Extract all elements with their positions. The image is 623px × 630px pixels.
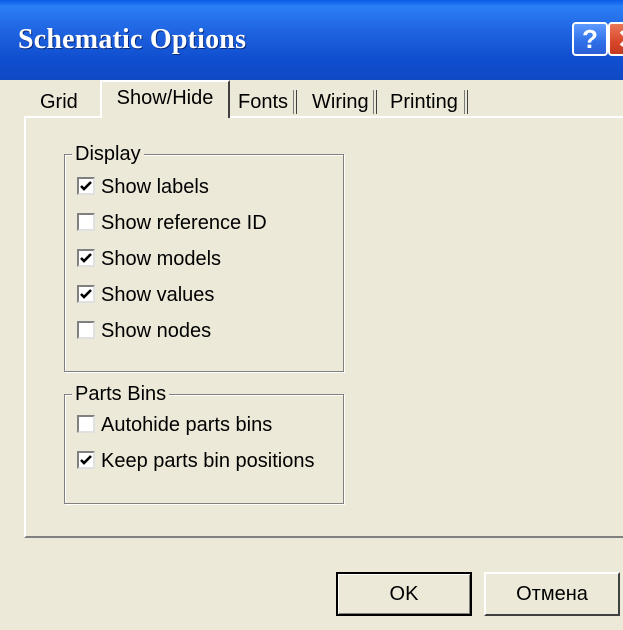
checkmark-icon xyxy=(80,181,92,191)
tab-grid[interactable]: Grid xyxy=(40,88,78,116)
tab-strip: Grid Fonts Wiring Printing xyxy=(0,80,623,116)
checkbox-box[interactable] xyxy=(77,249,95,267)
display-group: Display Show labels Show reference ID Sh… xyxy=(64,142,344,372)
checkbox-box[interactable] xyxy=(77,213,95,231)
checkmark-icon xyxy=(80,253,92,263)
checkbox-box[interactable] xyxy=(77,451,95,469)
title-bar[interactable]: Schematic Options ? ✕ xyxy=(0,0,623,80)
show-models-label: Show models xyxy=(101,248,222,270)
parts-bins-group: Parts Bins Autohide parts bins Keep part… xyxy=(64,382,344,504)
keep-parts-bin-positions-label: Keep parts bin positions xyxy=(101,450,315,472)
tab-wiring[interactable]: Wiring xyxy=(312,88,377,116)
checkbox-box[interactable] xyxy=(77,177,95,195)
tab-page-show-hide: Display Show labels Show reference ID Sh… xyxy=(24,116,623,538)
parts-bins-group-title: Parts Bins xyxy=(72,382,170,406)
show-values-label: Show values xyxy=(101,284,215,306)
autohide-parts-bins-label: Autohide parts bins xyxy=(101,414,273,436)
show-nodes-label: Show nodes xyxy=(101,320,212,342)
dialog-title: Schematic Options xyxy=(18,24,247,55)
ok-button[interactable]: OK xyxy=(336,572,472,616)
ok-button-label: OK xyxy=(389,583,419,605)
tab-separator xyxy=(372,90,377,114)
help-button[interactable]: ? xyxy=(572,22,608,56)
tab-wiring-label: Wiring xyxy=(312,91,369,113)
display-group-title: Display xyxy=(72,142,144,166)
close-button[interactable]: ✕ xyxy=(608,22,623,56)
close-icon: ✕ xyxy=(617,24,623,54)
checkmark-icon xyxy=(80,289,92,299)
tab-printing[interactable]: Printing xyxy=(390,88,468,116)
tab-separator xyxy=(463,90,468,114)
show-reference-id-label: Show reference ID xyxy=(101,212,267,234)
tab-show-hide-label: Show/Hide xyxy=(116,87,214,109)
checkmark-icon xyxy=(80,455,92,465)
checkbox-box[interactable] xyxy=(77,415,95,433)
cancel-button[interactable]: Отмена xyxy=(484,572,620,616)
tab-separator xyxy=(293,90,298,114)
tab-printing-label: Printing xyxy=(390,91,458,113)
cancel-button-label: Отмена xyxy=(516,583,588,605)
tab-fonts[interactable]: Fonts xyxy=(238,88,298,116)
help-icon: ? xyxy=(582,24,598,54)
checkbox-box[interactable] xyxy=(77,321,95,339)
schematic-options-dialog: Schematic Options ? ✕ Grid Fonts Wiring … xyxy=(0,0,623,630)
show-labels-label: Show labels xyxy=(101,176,209,198)
tab-show-hide[interactable]: Show/Hide xyxy=(100,80,230,118)
tab-grid-label: Grid xyxy=(40,91,78,113)
checkbox-box[interactable] xyxy=(77,285,95,303)
tab-fonts-label: Fonts xyxy=(238,91,289,113)
